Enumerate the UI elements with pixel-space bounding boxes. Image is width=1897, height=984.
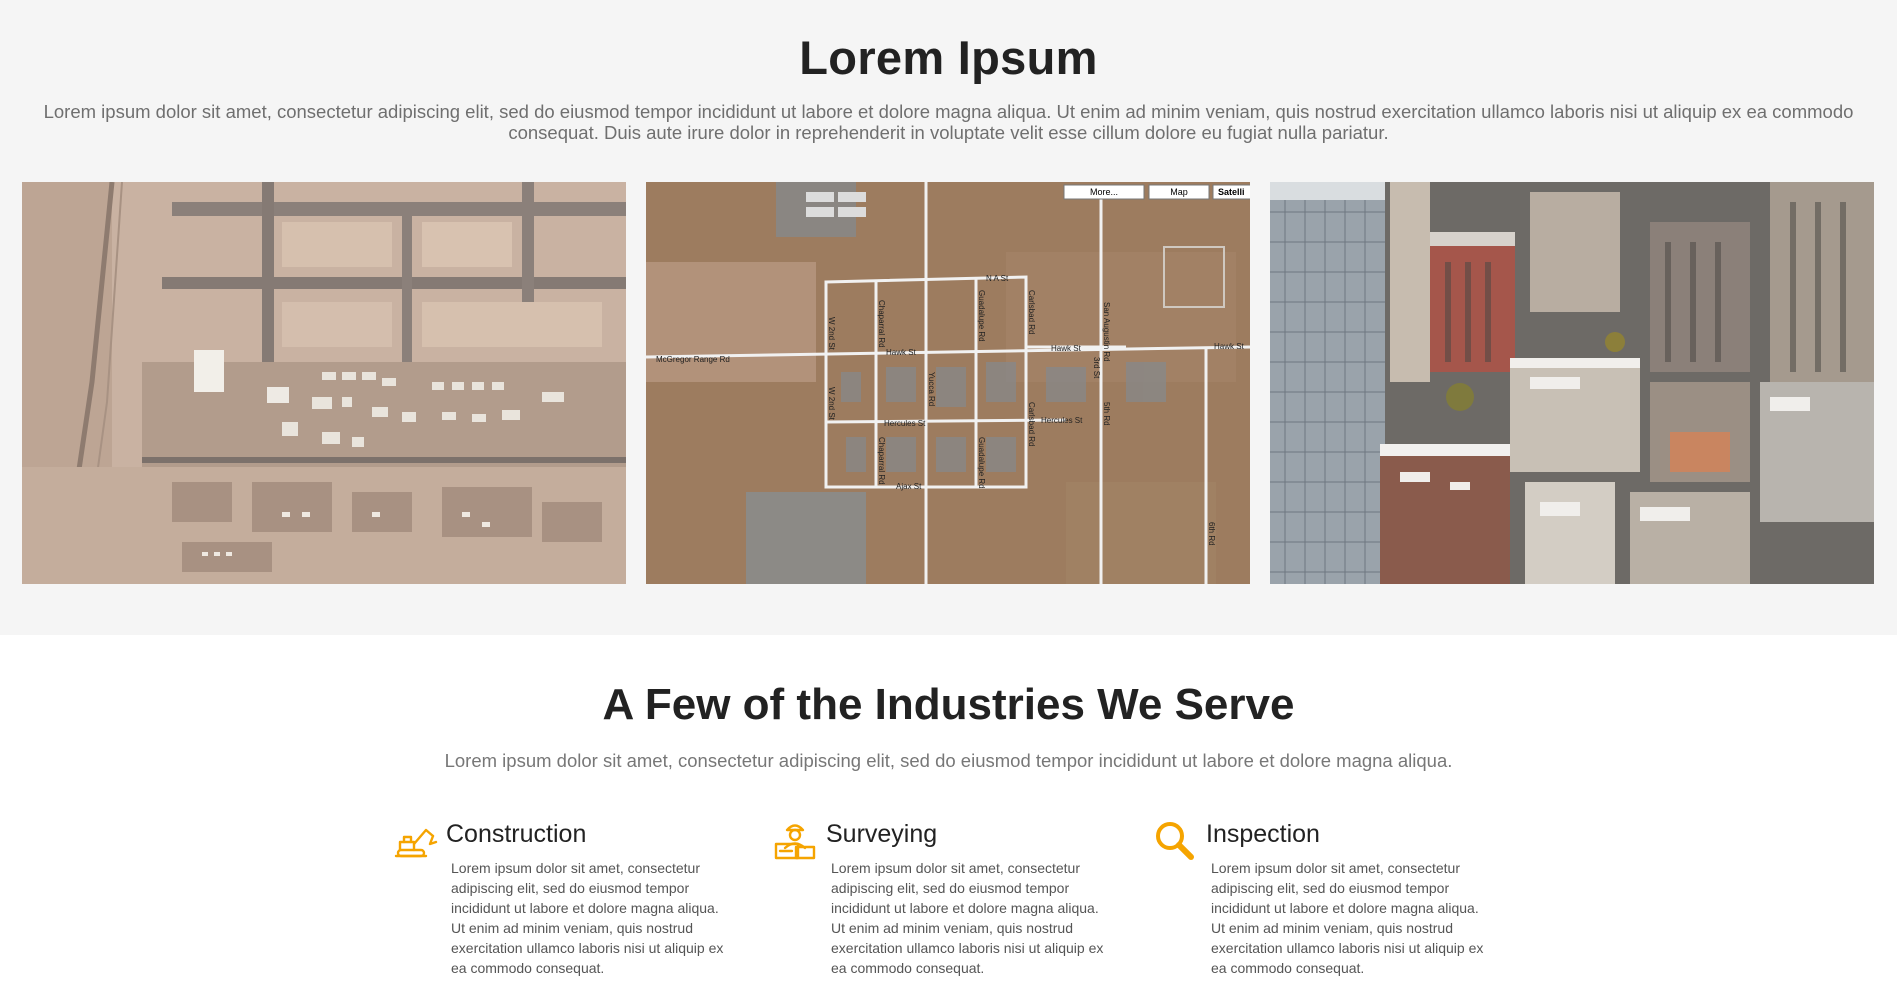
map-label: San Augustin Rd [1102,302,1111,362]
map-satellite-button[interactable]: Satelli [1218,187,1245,197]
map-label: Guadalupe Rd [977,290,986,342]
map-label: Chaparral Rd [877,437,886,485]
map-label: Yucca Rd [927,372,936,406]
map-more-button[interactable]: More... [1090,187,1118,197]
map-label: Carlsbad Rd [1027,290,1036,334]
map-label: Ajax St [896,482,922,491]
satellite-map: More... Map Satelli N A St Hawk St Hawk … [646,182,1250,584]
map-map-button[interactable]: Map [1170,187,1188,197]
industry-description: Lorem ipsum dolor sit amet, consectetur … [831,860,1104,976]
industries-description: Lorem ipsum dolor sit amet, consectetur … [444,750,1453,771]
industry-description: Lorem ipsum dolor sit amet, consectetur … [451,860,724,976]
map-label: 6th Rd [1207,522,1216,546]
surveyor-icon [774,824,816,860]
map-label: McGregor Range Rd [656,355,730,364]
aerial-photo-city [1270,182,1874,584]
hero-title: Lorem Ipsum [799,31,1098,84]
map-label: Hawk St [886,348,917,357]
magnifier-icon [1156,822,1194,860]
industry-description: Lorem ipsum dolor sit amet, consectetur … [1211,860,1484,976]
map-label: Hawk St [1214,342,1245,351]
industries-title: A Few of the Industries We Serve [602,680,1295,729]
industry-card-surveying: Surveying Lorem ipsum dolor sit amet, co… [772,816,1103,984]
map-label: Hercules St [1041,416,1083,425]
industry-title: Construction [446,820,587,848]
map-label: 5th Rd [1102,402,1111,426]
map-label: W 2nd St [827,317,836,351]
map-label: Hawk St [1051,344,1082,353]
map-label: Hercules St [884,419,926,428]
industry-card-inspection: Inspection Lorem ipsum dolor sit amet, c… [1152,816,1483,984]
map-label: N A St [986,274,1009,283]
city-image [1270,182,1874,584]
map-label: Guadalupe Rd [977,437,986,489]
map-label: Chaparral Rd [877,300,886,348]
hero-description: Lorem ipsum dolor sit amet, consectetur … [43,101,1854,143]
excavator-icon [394,828,438,858]
aerial-photo-airfield [22,182,626,584]
satellite-map-image: More... Map Satelli N A St Hawk St Hawk … [646,182,1250,584]
map-label: Carlsbad Rd [1027,402,1036,446]
industry-card-construction: Construction Lorem ipsum dolor sit amet,… [392,816,723,984]
industry-title: Inspection [1206,820,1320,848]
hero-section: Lorem Ipsum Lorem ipsum dolor sit amet, … [0,0,1897,635]
airfield-image [22,182,626,584]
map-label: W 2nd St [827,387,836,421]
map-label: 3rd St [1092,357,1101,379]
industry-title: Surveying [826,820,938,848]
